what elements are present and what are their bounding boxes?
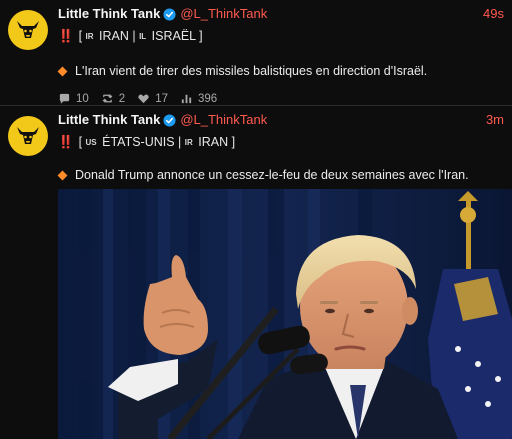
tweet-text: Donald Trump annonce un cessez-le-feu de… (57, 167, 504, 183)
like-button[interactable]: 17 (137, 92, 168, 105)
tweet-header: Little Think Tank @L_ThinkTank (58, 112, 504, 128)
retweet-icon (102, 94, 113, 103)
alert-icon: ‼️ (58, 135, 74, 149)
reply-count: 10 (76, 92, 89, 105)
tweet-timestamp[interactable]: 49s (483, 6, 504, 22)
tag-israel: ISRAËL ] (148, 29, 203, 43)
speech-bubble-icon (59, 93, 70, 104)
tweet-tags: ‼️ [ IR IRAN | IL ISRAËL ] (58, 28, 504, 45)
flag-usa: US (85, 138, 97, 147)
views-button[interactable]: 396 (180, 92, 217, 105)
tweet-text-content: L'Iran vient de tirer des missiles balis… (75, 64, 428, 78)
tag-iran: IRAN | (95, 29, 140, 43)
bracket-open: [ (78, 29, 86, 43)
tweet-timestamp[interactable]: 3m (486, 112, 504, 128)
author-handle[interactable]: @L_ThinkTank (180, 112, 267, 128)
author-name[interactable]: Little Think Tank (58, 112, 160, 128)
avatar[interactable] (8, 116, 48, 156)
retweet-button[interactable]: 2 (101, 92, 125, 105)
verified-badge-icon (163, 113, 176, 127)
tweet-text-content: Donald Trump annonce un cessez-le-feu de… (75, 168, 469, 182)
bar-chart-icon (181, 94, 192, 104)
tweet-card[interactable]: Little Think Tank @L_ThinkTank ‼️ [ US ÉT… (0, 106, 512, 439)
tweet-text: L'Iran vient de tirer des missiles balis… (57, 63, 504, 79)
tag-iran: IRAN ] (194, 135, 236, 149)
views-count: 396 (198, 92, 218, 105)
tweet-tags: ‼️ [ US ÉTATS-UNIS | IR IRAN ] (58, 134, 504, 151)
orange-diamond-icon (57, 170, 68, 181)
tweet-card[interactable]: Little Think Tank @L_ThinkTank ‼️ [ IR IR… (0, 0, 512, 106)
author-handle[interactable]: @L_ThinkTank (180, 6, 267, 22)
verified-badge-icon (163, 7, 176, 21)
cow-head-logo-icon (17, 21, 39, 38)
reply-button[interactable]: 10 (58, 92, 89, 105)
tweet-body: Little Think Tank @L_ThinkTank ‼️ [ IR IR… (57, 6, 504, 105)
retweet-count: 2 (118, 92, 126, 105)
author-name[interactable]: Little Think Tank (58, 6, 160, 22)
heart-icon (138, 94, 149, 104)
flag-iran: IR (184, 138, 193, 147)
cow-head-logo-icon (17, 127, 39, 144)
alert-icon: ‼️ (58, 29, 74, 43)
flag-israel: IL (139, 32, 147, 41)
orange-diamond-icon (57, 66, 68, 77)
flag-iran: IR (85, 32, 94, 41)
photo-of-speaker-at-podium-icon (58, 189, 512, 439)
tag-usa: ÉTATS-UNIS | (98, 135, 185, 149)
timeline-feed: Little Think Tank @L_ThinkTank ‼️ [ IR IR… (0, 0, 512, 439)
like-count: 17 (155, 92, 168, 105)
avatar[interactable] (8, 10, 48, 50)
tweet-header: Little Think Tank @L_ThinkTank (58, 6, 504, 22)
tweet-media-photo[interactable] (58, 189, 512, 439)
bracket-open: [ (78, 135, 86, 149)
tweet-actions: 10 2 17 396 (58, 92, 504, 105)
